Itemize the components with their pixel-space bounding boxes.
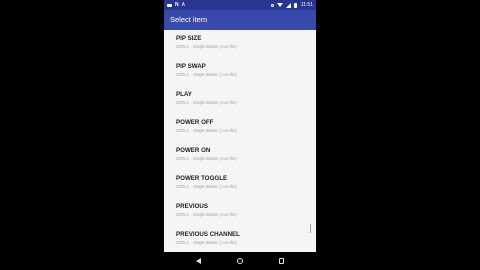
list-item[interactable]: PREVIOUS CHANNEL CON 1 - Single Button (… bbox=[164, 226, 316, 252]
navigation-bar bbox=[164, 252, 316, 270]
page-title: Select item bbox=[170, 15, 208, 24]
list-item[interactable]: PLAY CON 1 - Single Button (.csv file) bbox=[164, 86, 316, 114]
image-icon bbox=[167, 3, 172, 7]
list-item[interactable]: POWER TOGGLE CON 1 - Single Button (.csv… bbox=[164, 170, 316, 198]
back-button[interactable] bbox=[194, 256, 204, 266]
list-item[interactable]: PREVIOUS CON 1 - Single Button (.csv fil… bbox=[164, 198, 316, 226]
item-title: PLAY bbox=[176, 91, 192, 98]
list-item[interactable]: PIP SWAP CON 1 - Single Button (.csv fil… bbox=[164, 58, 316, 86]
battery-icon bbox=[293, 2, 297, 8]
recent-apps-icon bbox=[278, 258, 285, 264]
n-icon: N bbox=[175, 1, 179, 8]
item-title: POWER TOGGLE bbox=[176, 175, 228, 182]
item-title: PREVIOUS bbox=[176, 203, 208, 210]
item-title: PIP SIZE bbox=[176, 35, 202, 42]
home-button[interactable] bbox=[235, 256, 245, 266]
phone-screen: N A 11:51 Select item PIP SIZE CON 1 - S… bbox=[164, 0, 316, 270]
back-icon bbox=[196, 258, 202, 264]
item-subtitle: CON 1 - Single Button (.csv file) bbox=[176, 212, 237, 217]
scrollbar[interactable] bbox=[309, 224, 311, 233]
status-time: 11:51 bbox=[300, 1, 313, 8]
item-subtitle: CON 1 - Single Button (.csv file) bbox=[176, 128, 237, 133]
status-bar-notifications: N A bbox=[167, 1, 185, 8]
item-subtitle: CON 1 - Single Button (.csv file) bbox=[176, 240, 237, 245]
item-title: POWER OFF bbox=[176, 119, 214, 126]
item-subtitle: CON 1 - Single Button (.csv file) bbox=[176, 44, 237, 49]
alarm-icon bbox=[270, 3, 274, 7]
app-bar: Select item bbox=[164, 10, 316, 30]
list-item[interactable]: POWER ON CON 1 - Single Button (.csv fil… bbox=[164, 142, 316, 170]
wifi-icon bbox=[276, 3, 283, 7]
item-list[interactable]: PIP SIZE CON 1 - Single Button (.csv fil… bbox=[164, 30, 316, 252]
signal-icon bbox=[285, 2, 291, 8]
item-subtitle: CON 1 - Single Button (.csv file) bbox=[176, 184, 237, 189]
status-bar: N A 11:51 bbox=[164, 0, 316, 10]
item-title: PREVIOUS CHANNEL bbox=[176, 231, 240, 238]
a-icon: A bbox=[181, 1, 185, 8]
item-subtitle: CON 1 - Single Button (.csv file) bbox=[176, 100, 237, 105]
status-bar-system: 11:51 bbox=[270, 1, 313, 8]
item-subtitle: CON 1 - Single Button (.csv file) bbox=[176, 72, 237, 77]
recent-apps-button[interactable] bbox=[276, 256, 286, 266]
item-title: PIP SWAP bbox=[176, 63, 206, 70]
item-subtitle: CON 1 - Single Button (.csv file) bbox=[176, 156, 237, 161]
item-title: POWER ON bbox=[176, 147, 211, 154]
list-item[interactable]: POWER OFF CON 1 - Single Button (.csv fi… bbox=[164, 114, 316, 142]
list-item[interactable]: PIP SIZE CON 1 - Single Button (.csv fil… bbox=[164, 30, 316, 58]
home-icon bbox=[236, 258, 243, 264]
